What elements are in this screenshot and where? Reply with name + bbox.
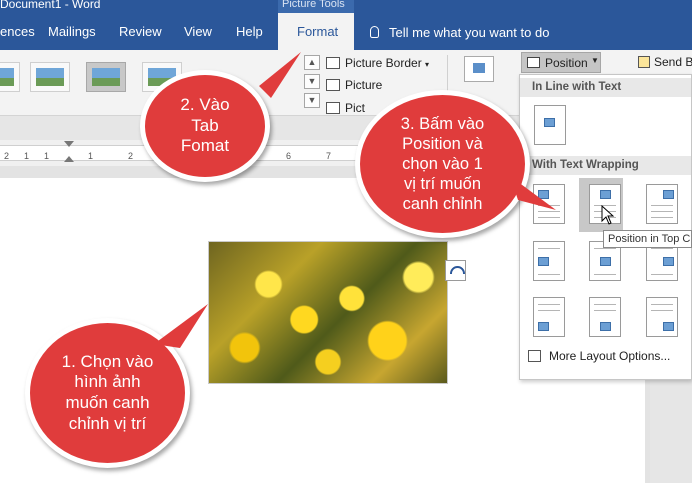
tab-review[interactable]: Review [119,24,162,39]
picture-style-2[interactable] [30,62,70,92]
callout-step-2: 2. Vào Tab Fomat [140,70,270,182]
position-icon [527,57,540,68]
position-tooltip: Position in Top C [603,230,692,248]
picture-layout-button[interactable]: Pict [326,101,365,115]
position-bottom-left[interactable] [533,297,565,337]
effects-icon [326,79,340,91]
tell-me-search[interactable]: Tell me what you want to do [370,25,549,40]
lightbulb-icon [370,26,379,38]
tell-me-label: Tell me what you want to do [389,25,550,40]
picture-style-1[interactable] [0,62,20,92]
picture-tools-group: Picture Tools [278,0,354,13]
position-button[interactable]: Position ▼ [521,52,601,73]
callout-step-2-pointer [259,52,301,98]
layout-icon [326,102,340,114]
send-backward-icon [638,56,650,68]
gallery-more-button[interactable]: ▼ [304,93,320,108]
tab-format-label: Format [297,24,339,39]
position-bottom-center[interactable] [589,297,621,337]
callout-step-1-pointer [154,304,208,348]
picture-style-3[interactable] [86,62,126,92]
tab-mailings[interactable]: Mailings [48,24,96,39]
layout-options-icon[interactable] [445,260,466,281]
gallery-up-button[interactable]: ▲ [304,55,320,70]
position-bottom-right[interactable] [646,297,678,337]
position-middle-left[interactable] [533,241,565,281]
tab-view[interactable]: View [184,24,212,39]
more-layout-options[interactable]: More Layout Options... [528,349,670,363]
send-backward-button[interactable]: Send B [638,55,692,69]
selected-picture[interactable] [208,241,448,384]
picture-effects-button[interactable]: Picture [326,78,382,92]
tab-references[interactable]: ences [0,24,35,39]
mouse-pointer-icon [601,205,615,225]
position-dropdown: In Line with Text With Text Wrapping [519,74,692,380]
alt-text-icon[interactable] [464,56,494,82]
chevron-down-icon: ▼ [591,56,599,65]
gallery-down-button[interactable]: ▼ [304,74,320,89]
tab-help[interactable]: Help [236,24,263,39]
tab-format[interactable]: Format [278,13,354,50]
first-line-indent-marker[interactable] [64,141,74,147]
window-title: Document1 - Word [0,0,101,11]
callout-step-3: 3. Bấm vào Position và chọn vào 1 vị trí… [355,90,530,238]
pen-icon [326,57,340,69]
picture-border-button[interactable]: Picture Border ▾ [326,56,429,70]
callout-step-3-pointer [510,176,556,210]
hanging-indent-marker[interactable] [64,156,74,162]
position-inline[interactable] [534,105,566,145]
layout-options-icon [528,350,541,362]
inline-header: In Line with Text [520,78,691,97]
position-top-right[interactable] [646,184,678,224]
contextual-group-label: Picture Tools [282,0,345,10]
